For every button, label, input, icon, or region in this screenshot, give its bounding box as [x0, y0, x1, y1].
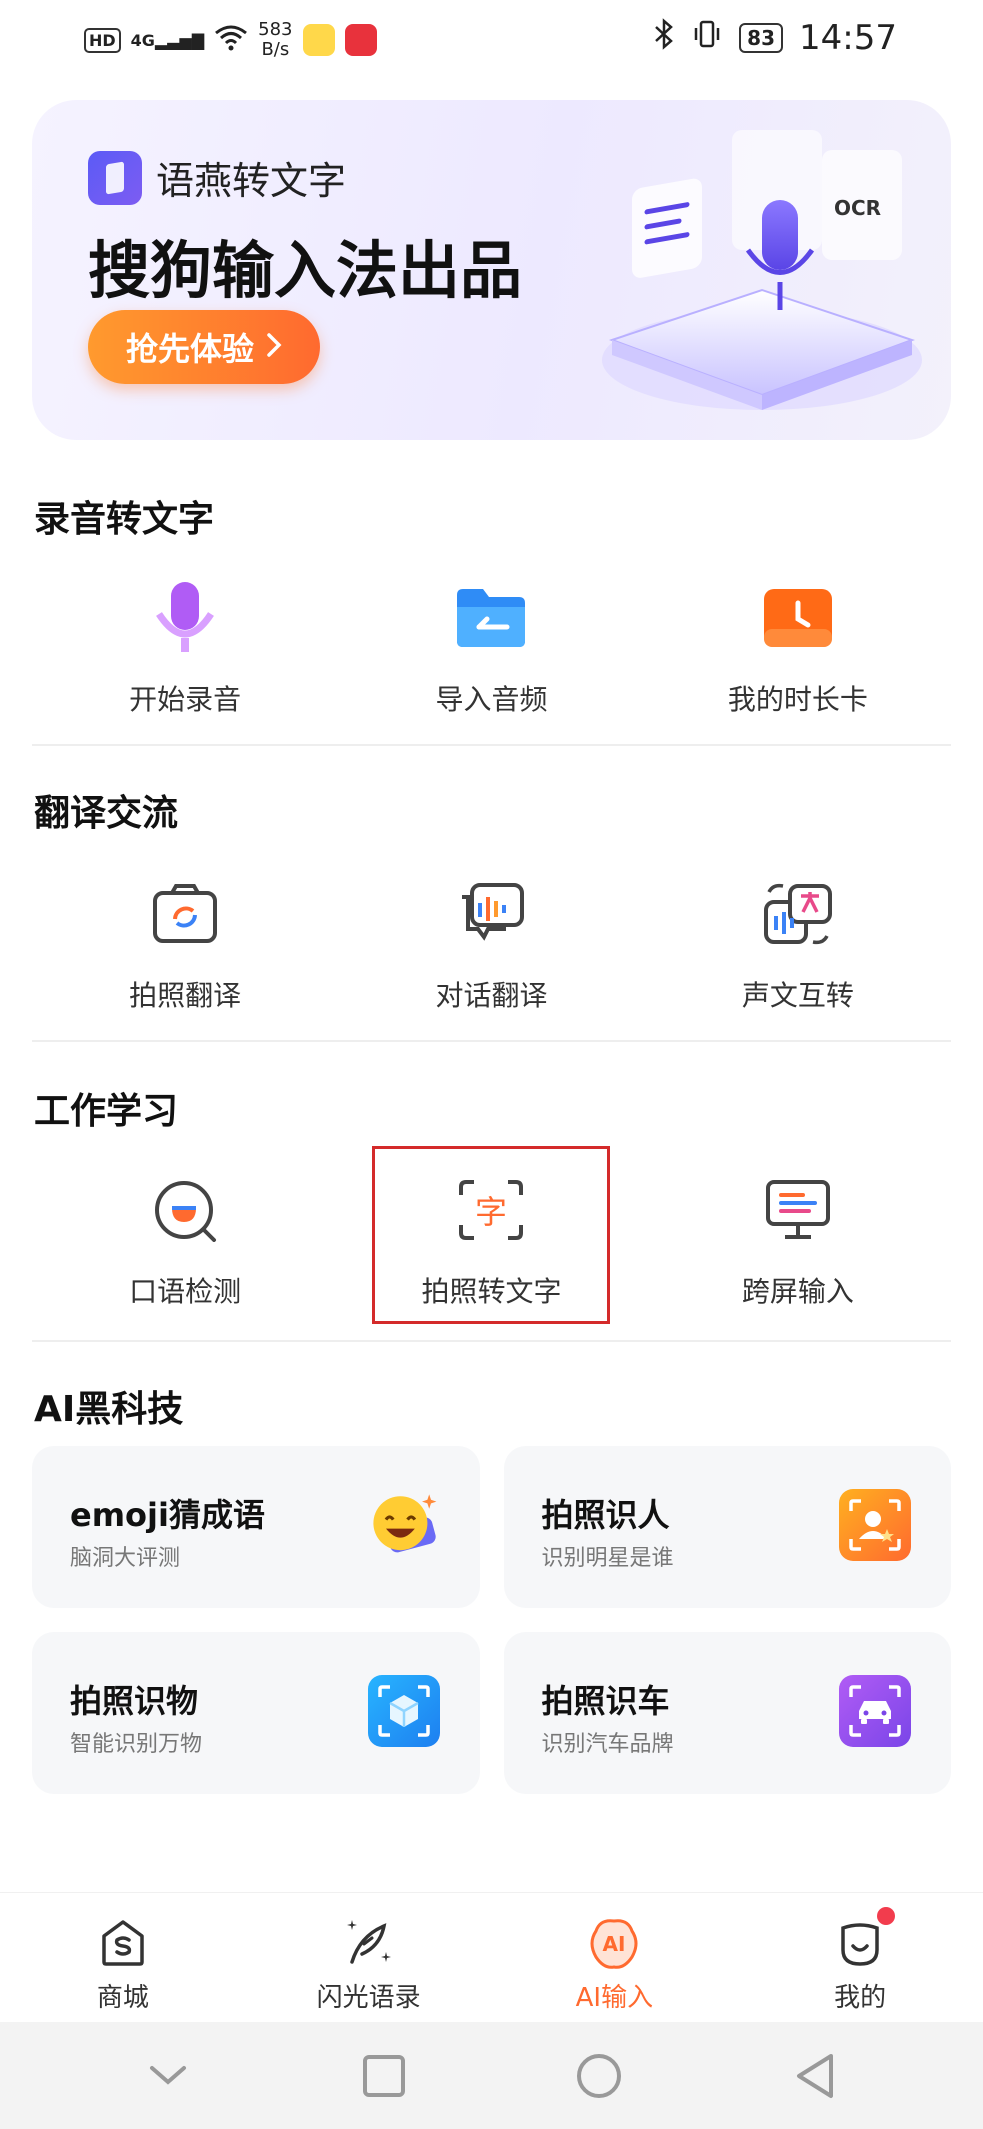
import-audio-label: 导入音频 — [435, 683, 548, 716]
weibo-notification-icon — [302, 24, 335, 56]
card-subtitle: 识别明星是谁 — [541, 1546, 674, 1571]
nav-profile[interactable]: 我的 — [737, 1893, 983, 2023]
speech-check-icon — [145, 1170, 225, 1250]
dialog-translate-label: 对话翻译 — [435, 979, 548, 1012]
promo-banner[interactable]: 语燕转文字 搜狗输入法出品 抢先体验 OCR — [32, 100, 951, 440]
status-bar: HD 4G▂▃▅▇ 583 B/s 83 14:57 — [0, 0, 983, 78]
nav-flash-quotes[interactable]: 闪光语录 — [246, 1893, 492, 2023]
hd-indicator: HD — [84, 27, 121, 53]
banner-headline: 搜狗输入法出品 — [88, 234, 523, 307]
camera-translate-icon — [145, 874, 225, 954]
system-navigation-bar — [0, 2022, 983, 2129]
cross-screen-input-label: 跨屏输入 — [741, 1275, 854, 1308]
wifi-icon — [214, 23, 248, 57]
section-title-recording: 录音转文字 — [34, 499, 215, 540]
recording-tools: 开始录音 导入音频 我的时长卡 — [32, 578, 951, 718]
photo-translate-button[interactable]: 拍照翻译 — [32, 874, 338, 1014]
section-title-work-study: 工作学习 — [34, 1091, 179, 1132]
brand: 语燕转文字 — [88, 150, 346, 205]
clock: 14:57 — [799, 18, 897, 58]
microphone-icon — [145, 578, 225, 658]
dialog-translate-icon — [451, 874, 531, 954]
brand-name: 语燕转文字 — [156, 159, 347, 203]
svg-text:OCR: OCR — [834, 196, 881, 220]
nav-ai-input-label: AI输入 — [575, 1983, 654, 2013]
battery-indicator: 83 — [739, 23, 784, 53]
chevron-down-icon[interactable] — [138, 2046, 198, 2106]
translation-tools: 拍照翻译 对话翻译 声文互转 — [32, 874, 951, 1014]
nav-flash-quotes-label: 闪光语录 — [316, 1983, 421, 2013]
shop-notification-icon — [344, 24, 377, 56]
notification-dot — [877, 1907, 896, 1925]
speech-check-label: 口语检测 — [129, 1275, 242, 1308]
person-scan-icon — [839, 1489, 911, 1561]
profile-icon — [832, 1915, 888, 1971]
try-now-label: 抢先体验 — [125, 330, 254, 368]
card-title: 拍照识人 — [541, 1496, 670, 1534]
chevron-right-icon — [266, 328, 282, 366]
recognize-car-card[interactable]: 拍照识车 识别汽车品牌 — [503, 1632, 951, 1794]
emoji-idiom-card[interactable]: emoji猜成语 脑洞大评测 — [32, 1446, 480, 1608]
import-audio-button[interactable]: 导入音频 — [338, 578, 644, 718]
svg-text:AI: AI — [603, 1932, 626, 1956]
start-recording-label: 开始录音 — [129, 683, 242, 716]
divider — [32, 1340, 951, 1342]
emoji-face-icon — [368, 1489, 440, 1561]
card-title: 拍照识车 — [541, 1682, 670, 1720]
nav-shop-label: 商城 — [96, 1983, 149, 2013]
cube-scan-icon — [367, 1675, 440, 1747]
divider — [32, 1040, 951, 1042]
voice-text-convert-button[interactable]: 声文互转 — [645, 874, 951, 1014]
car-scan-icon — [839, 1675, 911, 1747]
voice-text-convert-label: 声文互转 — [741, 979, 854, 1012]
speech-check-button[interactable]: 口语检测 — [32, 1170, 338, 1310]
divider — [32, 744, 951, 746]
network-speed: 583 B/s — [258, 19, 293, 60]
nav-ai-input[interactable]: AI AI输入 — [492, 1893, 738, 2023]
quill-sparkle-icon — [341, 1915, 397, 1971]
my-time-card-label: 我的时长卡 — [727, 683, 868, 716]
selection-highlight — [372, 1146, 610, 1324]
card-subtitle: 智能识别万物 — [70, 1732, 203, 1757]
recognize-object-card[interactable]: 拍照识物 智能识别万物 — [32, 1632, 480, 1794]
section-title-translation: 翻译交流 — [34, 793, 179, 834]
my-time-card-button[interactable]: 我的时长卡 — [645, 578, 951, 718]
section-title-ai-tech: AI黑科技 — [34, 1389, 184, 1430]
recognize-person-card[interactable]: 拍照识人 识别明星是谁 — [503, 1446, 951, 1608]
ai-input-icon: AI — [586, 1915, 642, 1971]
start-recording-button[interactable]: 开始录音 — [32, 578, 338, 718]
clock-card-icon — [758, 578, 838, 658]
bluetooth-icon — [653, 18, 675, 58]
photo-translate-label: 拍照翻译 — [129, 979, 242, 1012]
card-subtitle: 脑洞大评测 — [70, 1546, 181, 1571]
vibrate-icon — [691, 19, 723, 57]
ai-tech-cards: emoji猜成语 脑洞大评测 拍照识人 识别明星是谁 拍照识物 智能识别万物 拍… — [32, 1446, 951, 1794]
shop-icon — [95, 1915, 151, 1971]
network-indicator: 4G▂▃▅▇ — [130, 30, 205, 50]
try-now-button[interactable]: 抢先体验 — [88, 310, 320, 384]
voice-text-convert-icon — [758, 874, 838, 954]
dialog-translate-button[interactable]: 对话翻译 — [338, 874, 644, 1014]
card-subtitle: 识别汽车品牌 — [541, 1732, 674, 1757]
nav-profile-label: 我的 — [834, 1983, 887, 2013]
cross-screen-input-button[interactable]: 跨屏输入 — [645, 1170, 951, 1310]
bottom-nav: 商城 闪光语录 AI AI输入 我的 — [0, 1892, 983, 2023]
card-title: emoji猜成语 — [70, 1496, 265, 1534]
card-title: 拍照识物 — [70, 1682, 199, 1720]
folder-icon — [451, 578, 531, 658]
back-button[interactable] — [785, 2046, 845, 2106]
cross-screen-input-icon — [758, 1170, 838, 1250]
recent-apps-button[interactable] — [354, 2046, 414, 2106]
voice-to-text-illustration-icon: OCR — [602, 130, 922, 410]
app-logo-icon — [88, 150, 142, 205]
nav-shop[interactable]: 商城 — [0, 1893, 246, 2023]
home-button[interactable] — [569, 2046, 629, 2106]
